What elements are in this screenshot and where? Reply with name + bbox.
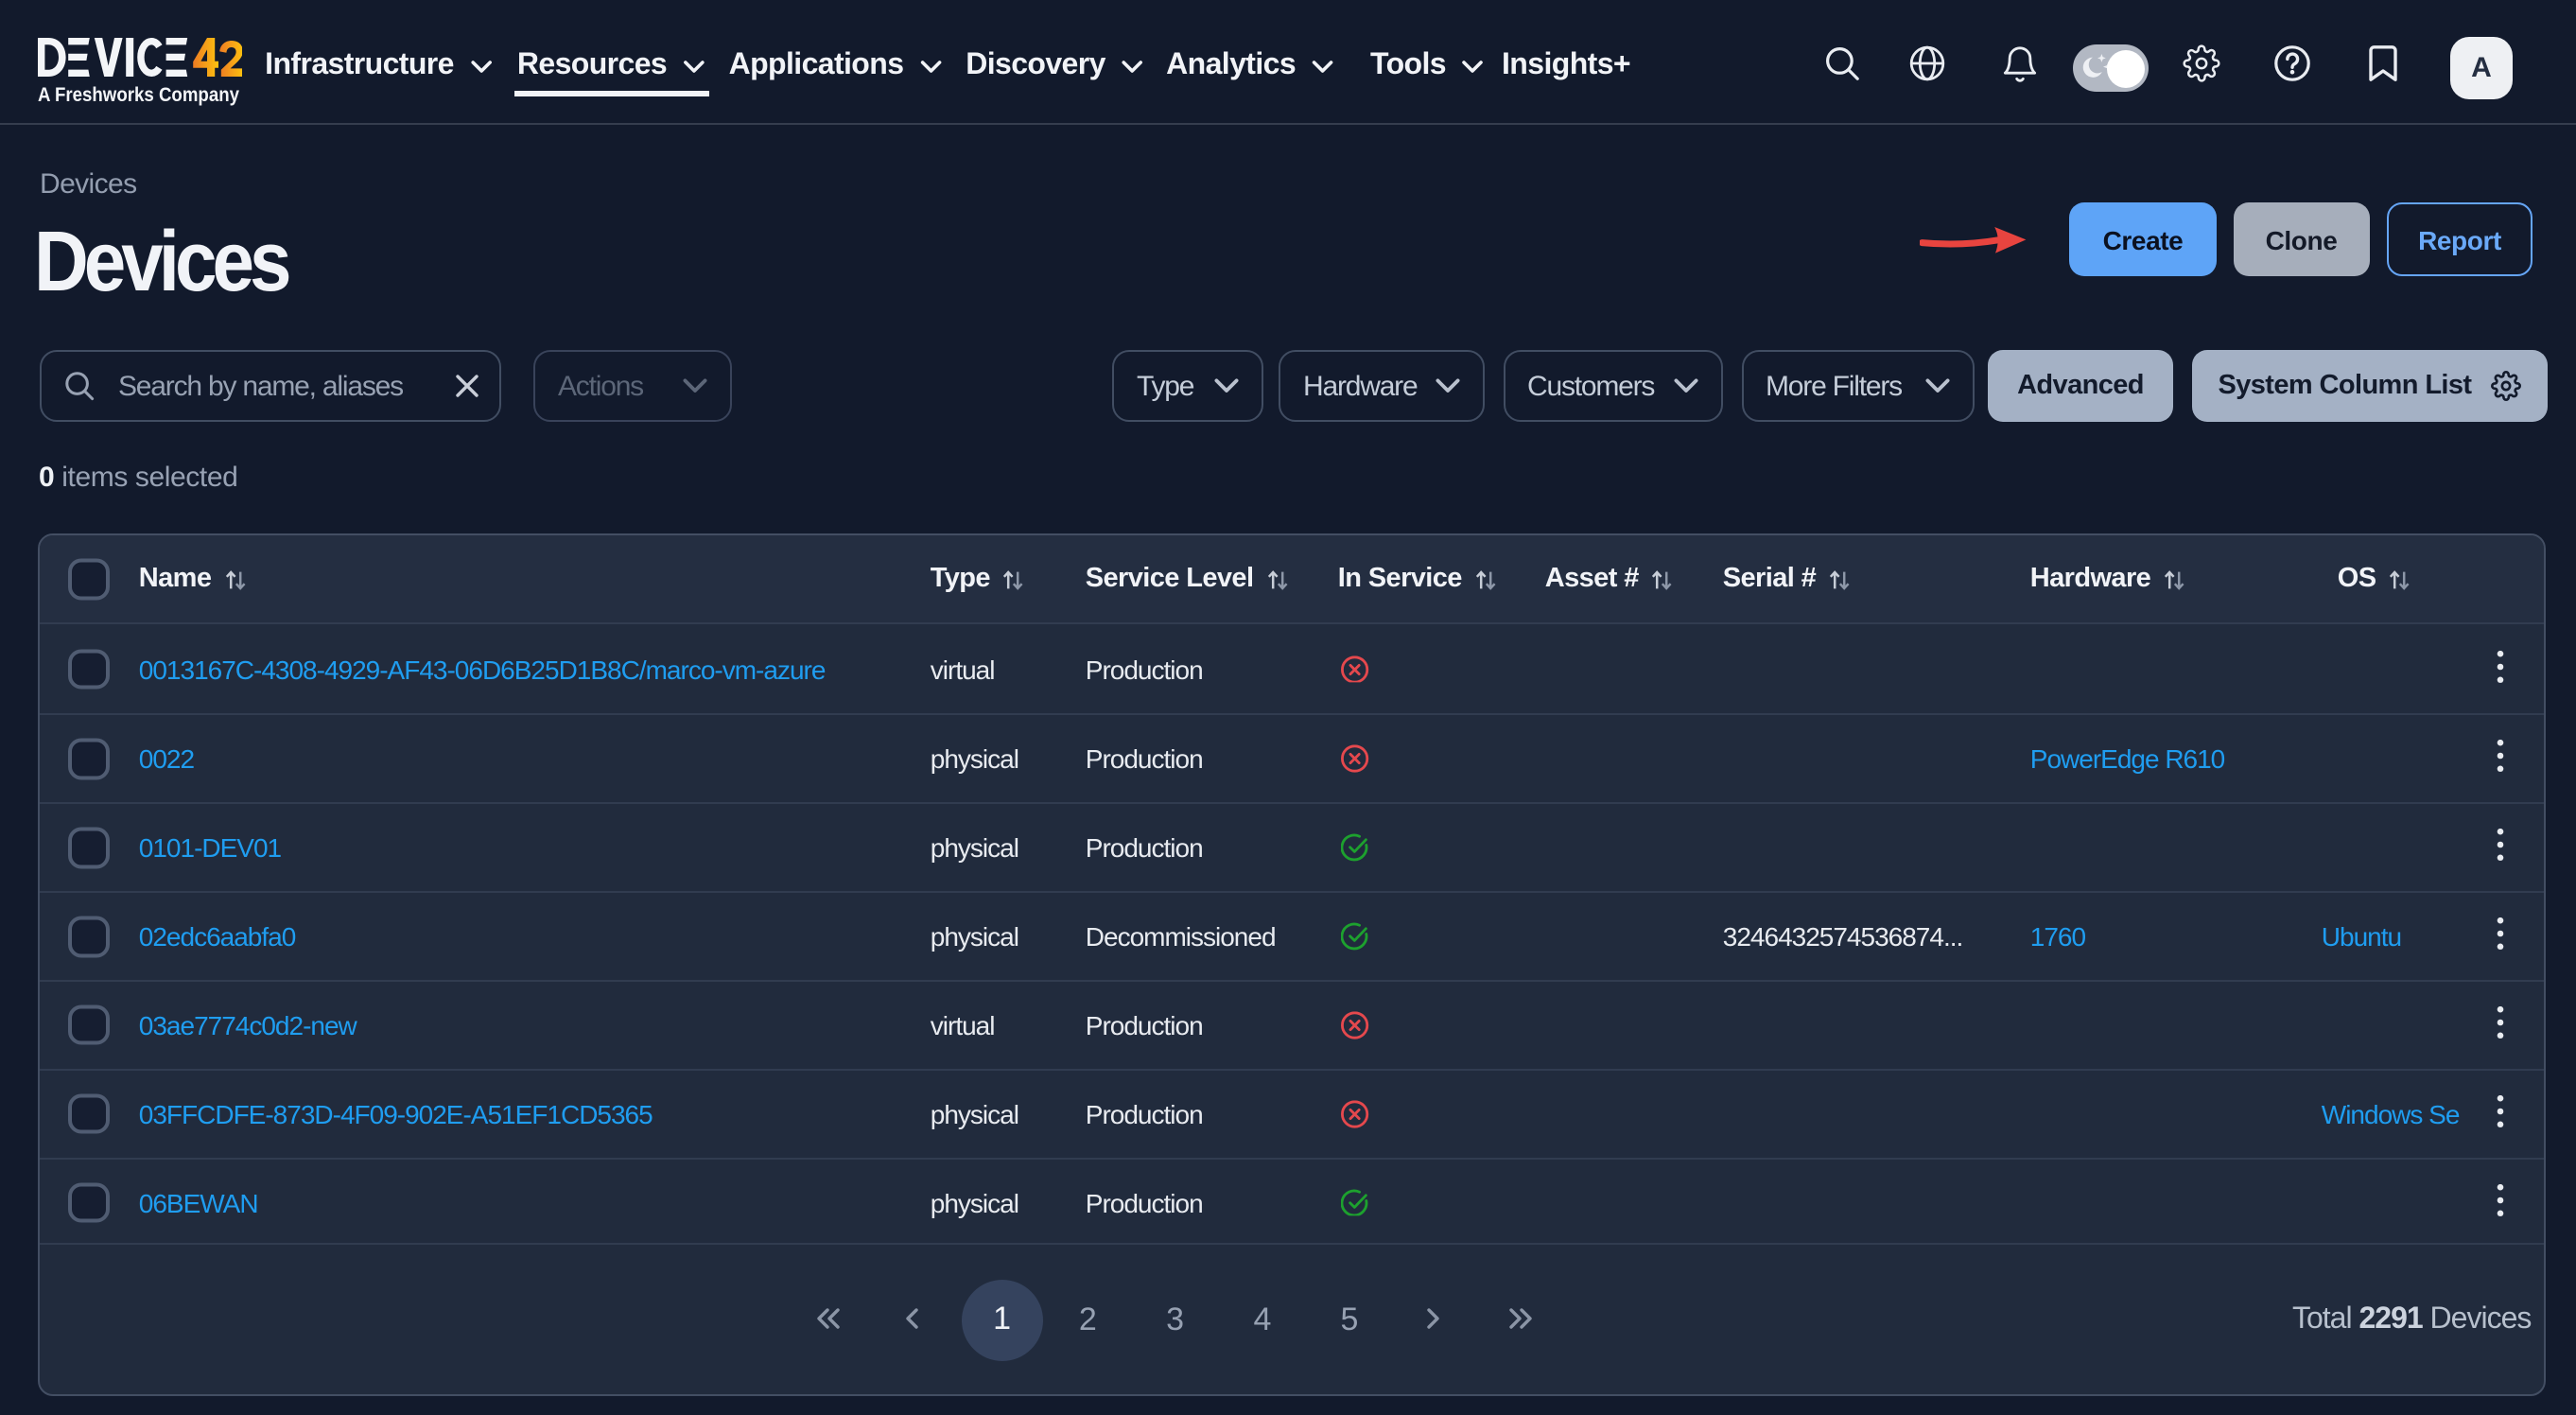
svg-text:A Freshworks Company: A Freshworks Company	[38, 84, 239, 106]
